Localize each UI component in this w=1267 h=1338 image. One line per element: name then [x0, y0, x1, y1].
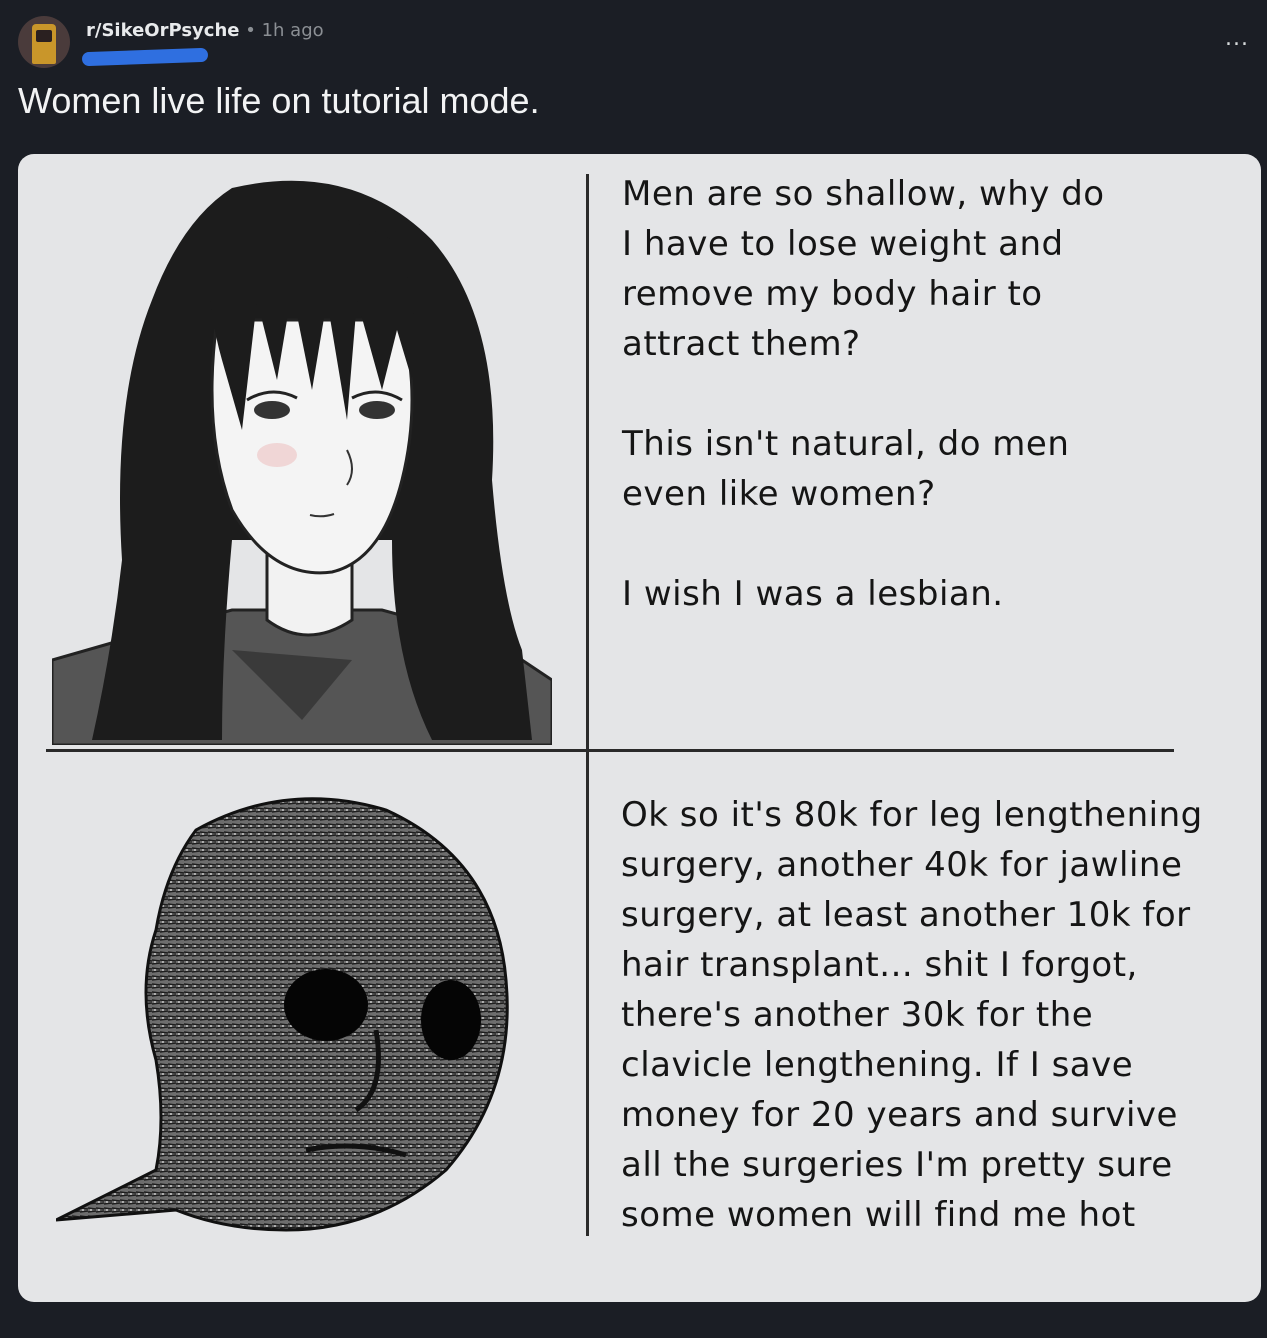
top-paragraph-2: This isn't natural, do men even like wom… [622, 424, 1070, 514]
post-meta: r/SikeOrPsyche • 1h ago [86, 20, 324, 41]
meme-image[interactable]: Men are so shallow, why do I have to los… [18, 154, 1261, 1302]
top-paragraph-1: Men are so shallow, why do I have to los… [622, 174, 1105, 364]
top-panel-text: Men are so shallow, why do I have to los… [622, 169, 1122, 669]
redacted-username [81, 47, 209, 67]
meta-separator: • [245, 20, 256, 41]
post-header: r/SikeOrPsyche • 1h ago ... [18, 12, 1249, 72]
avatar-face-icon [36, 30, 52, 42]
post-time: 1h ago [261, 20, 324, 41]
vertical-divider [586, 174, 589, 1236]
top-paragraph-3: I wish I was a lesbian. [622, 574, 1004, 614]
subreddit-avatar[interactable] [18, 16, 70, 68]
bottom-panel-text: Ok so it's 80k for leg lengthening surge… [621, 790, 1221, 1290]
more-options-icon[interactable]: ... [1225, 28, 1249, 50]
reddit-post: r/SikeOrPsyche • 1h ago ... Women live l… [0, 0, 1267, 1338]
sad-girl-illustration [52, 180, 552, 745]
withered-wojak-illustration [56, 797, 509, 1232]
bottom-paragraph-1: Ok so it's 80k for leg lengthening surge… [621, 795, 1203, 1235]
horizontal-divider [46, 749, 1174, 752]
subreddit-name[interactable]: r/SikeOrPsyche [86, 20, 239, 41]
post-title[interactable]: Women live life on tutorial mode. [18, 80, 540, 122]
